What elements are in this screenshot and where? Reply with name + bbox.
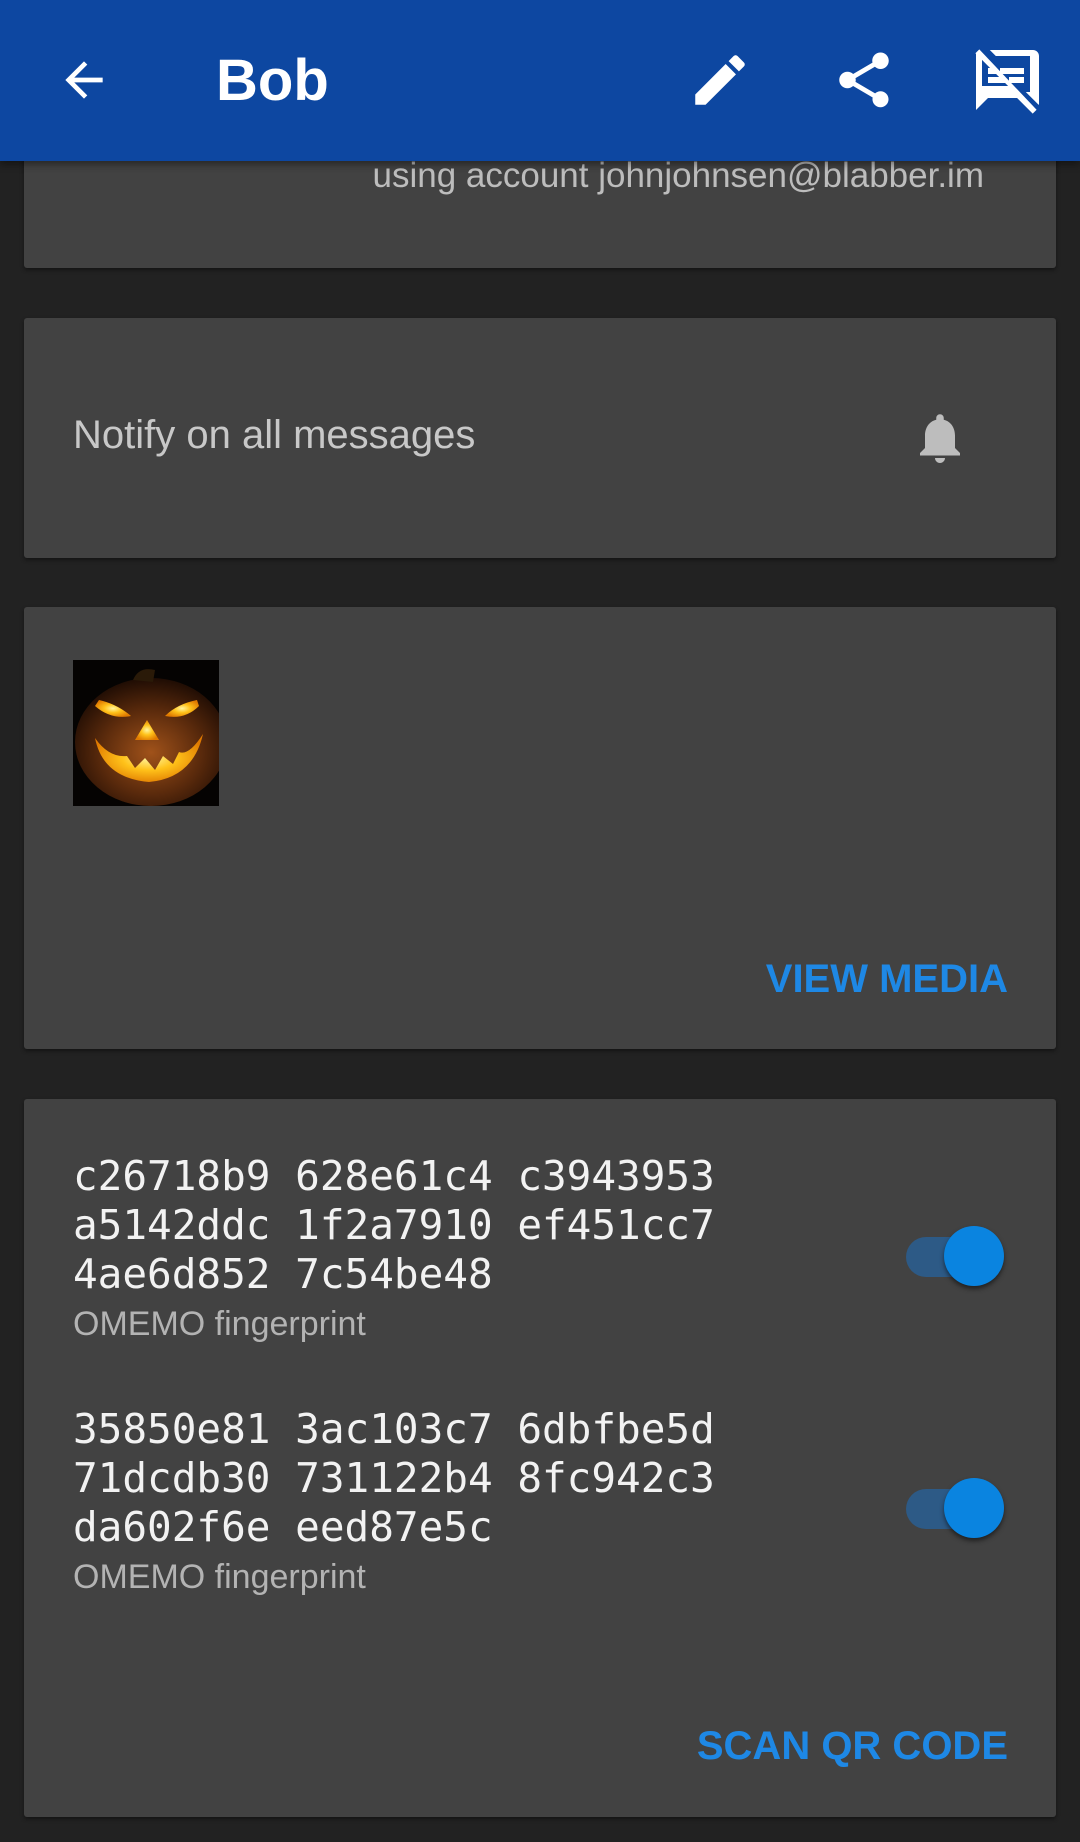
share-button[interactable] [816, 32, 912, 128]
notification-card: Notify on all messages [24, 318, 1056, 558]
trust-toggle[interactable] [900, 1215, 1004, 1286]
view-media-button[interactable]: VIEW MEDIA [766, 957, 1008, 1002]
share-icon [839, 52, 889, 108]
arrow-back-icon [65, 61, 103, 99]
fingerprint-value: 35850e81 3ac103c7 6dbfbe5d 71dcdb30 7311… [73, 1405, 715, 1551]
pencil-icon [695, 55, 745, 105]
toggle-thumb [944, 1478, 1004, 1538]
media-thumbnail[interactable] [73, 660, 219, 806]
scan-qr-code-button[interactable]: SCAN QR CODE [697, 1724, 1008, 1769]
back-button[interactable] [36, 32, 132, 128]
jack-o-lantern-image [73, 660, 219, 806]
app-toolbar: Bob [0, 0, 1080, 161]
fingerprint-item: c26718b9 628e61c4 c3943953 a5142ddc 1f2a… [73, 1152, 793, 1344]
toggle-thumb [944, 1226, 1004, 1286]
fingerprint-label: OMEMO fingerprint [73, 1558, 366, 1596]
trust-toggle[interactable] [900, 1467, 1004, 1538]
block-contact-button[interactable] [958, 32, 1054, 128]
fingerprint-value: c26718b9 628e61c4 c3943953 a5142ddc 1f2a… [73, 1152, 715, 1298]
page-title: Bob [216, 48, 329, 113]
media-card: VIEW MEDIA [24, 607, 1056, 1049]
notification-setting-label: Notify on all messages [73, 413, 476, 457]
block-messages-icon [975, 49, 1039, 114]
account-info: using account johnjohnsen@blabber.im [372, 156, 985, 195]
bell-icon [920, 414, 960, 463]
fingerprint-label: OMEMO fingerprint [73, 1305, 366, 1343]
notification-toggle-button[interactable] [904, 402, 976, 474]
edit-contact-button[interactable] [672, 32, 768, 128]
encryption-keys-card: c26718b9 628e61c4 c3943953 a5142ddc 1f2a… [24, 1099, 1056, 1817]
fingerprint-item: 35850e81 3ac103c7 6dbfbe5d 71dcdb30 7311… [73, 1405, 793, 1597]
